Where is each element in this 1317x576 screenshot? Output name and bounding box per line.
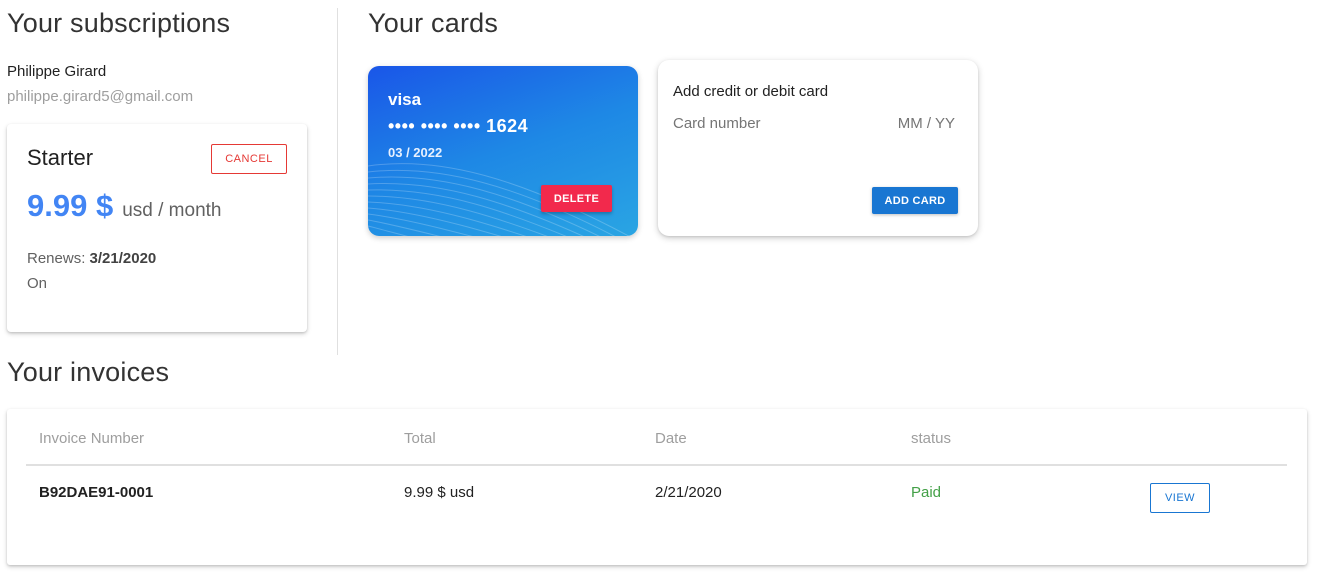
card-number-input[interactable] [673,112,873,134]
plan-name: Starter [27,145,94,170]
invoice-number: B92DAE91-0001 [39,484,154,501]
saved-card: visa •••• •••• •••• 1624 03 / 2022 DELET… [368,66,638,236]
invoice-status: Paid [911,484,942,501]
invoices-table: Invoice Number Total Date status B92DAE9… [7,409,1307,565]
column-header-total: Total [404,430,436,447]
add-card-form: Add credit or debit card ADD CARD [658,60,978,236]
card-expiry-input[interactable] [883,112,955,134]
add-card-title: Add credit or debit card [673,83,829,100]
add-card-button[interactable]: ADD CARD [872,187,958,214]
renewal-info: Renews: 3/21/2020 [27,250,156,267]
view-invoice-button[interactable]: VIEW [1150,483,1210,513]
cards-title: Your cards [368,8,499,38]
card-expiry: 03 / 2022 [388,145,443,160]
invoice-total: 9.99 $ usd [404,484,475,501]
subscription-status: On [27,275,48,292]
subscriptions-title: Your subscriptions [7,8,231,38]
card-brand: visa [388,90,422,109]
price-row: 9.99 $ usd / month [27,188,221,224]
user-name: Philippe Girard [7,63,107,80]
delete-card-button[interactable]: DELETE [541,185,612,212]
plan-period: usd / month [122,200,222,221]
invoices-title: Your invoices [7,357,170,387]
column-header-invoice-number: Invoice Number [39,430,145,447]
cancel-subscription-button[interactable]: CANCEL [211,144,287,174]
subscription-card: Starter CANCEL 9.99 $ usd / month Renews… [7,124,307,332]
header-divider [26,464,1287,466]
invoice-date: 2/21/2020 [655,484,722,501]
renews-label: Renews: [27,250,86,267]
column-header-status: status [911,430,952,447]
section-divider [337,8,338,355]
renews-date: 3/21/2020 [89,250,157,267]
plan-price: 9.99 $ [27,188,114,223]
card-number: •••• •••• •••• 1624 [388,116,529,136]
user-email: philippe.girard5@gmail.com [7,88,194,105]
column-header-date: Date [655,430,687,447]
